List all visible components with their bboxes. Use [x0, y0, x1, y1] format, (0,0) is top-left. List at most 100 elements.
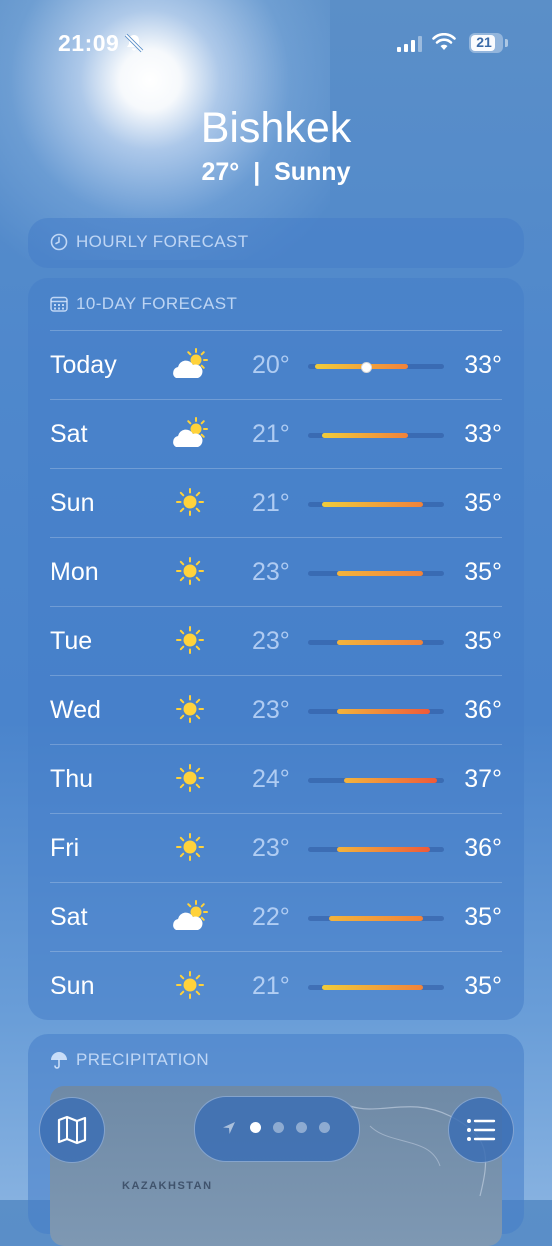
- forecast-low: 23°: [252, 627, 290, 655]
- cellular-signal-icon: [397, 36, 422, 52]
- forecast-row[interactable]: Sun 21° 35°: [50, 951, 502, 1021]
- forecast-row[interactable]: Sat 21° 33°: [50, 399, 502, 469]
- forecast-high: 33°: [464, 420, 502, 448]
- status-bar: 21:09 21: [0, 0, 552, 90]
- partly-sunny-icon: [173, 417, 208, 447]
- partly-sunny-icon: [173, 348, 208, 378]
- city-name: Bishkek: [200, 104, 352, 152]
- forecast-row[interactable]: Mon 23° 35°: [50, 537, 502, 607]
- forecast-high: 35°: [464, 972, 502, 1000]
- forecast-row[interactable]: Wed 23° 36°: [50, 675, 502, 745]
- forecast-high: 35°: [464, 489, 502, 517]
- page-indicator[interactable]: [194, 1096, 360, 1162]
- forecast-row[interactable]: Tue 23° 35°: [50, 606, 502, 676]
- ten-day-forecast-title: 10-DAY FORECAST: [76, 294, 238, 313]
- clock: 21:09: [58, 30, 120, 56]
- map-icon: [57, 1115, 87, 1145]
- forecast-day: Fri: [50, 834, 80, 862]
- clock-icon: [50, 233, 68, 251]
- forecast-high: 37°: [464, 765, 502, 793]
- forecast-day: Sat: [50, 903, 88, 931]
- sun-icon: [176, 764, 204, 792]
- forecast-low: 20°: [252, 351, 290, 379]
- forecast-day: Sun: [50, 972, 95, 1000]
- sun-icon: [176, 971, 204, 999]
- temperature-range-bar: [308, 362, 444, 373]
- sun-icon: [176, 488, 204, 516]
- temperature-range-fill: [336, 709, 430, 714]
- sun-icon: [176, 626, 204, 654]
- forecast-high: 35°: [464, 558, 502, 586]
- forecast-day: Thu: [50, 765, 94, 793]
- forecast-low: 24°: [252, 765, 290, 793]
- forecast-high: 35°: [464, 903, 502, 931]
- temperature-range-fill: [336, 847, 430, 852]
- temperature-range-bar: [308, 709, 444, 714]
- temperature-range-fill: [343, 778, 437, 783]
- forecast-day: Tue: [50, 627, 93, 655]
- forecast-low: 23°: [252, 834, 290, 862]
- temperature-range-fill: [322, 433, 409, 438]
- forecast-low: 22°: [252, 903, 290, 931]
- forecast-low: 23°: [252, 558, 290, 586]
- forecast-low: 21°: [252, 420, 290, 448]
- battery-cap: [505, 39, 508, 47]
- forecast-day: Wed: [50, 696, 101, 724]
- temperature-range-fill: [329, 916, 423, 921]
- current-temperature-marker: [360, 362, 372, 373]
- hourly-forecast-header: HOURLY FORECAST: [50, 232, 249, 252]
- forecast-row[interactable]: Sun 21° 35°: [50, 468, 502, 538]
- forecast-day: Today: [50, 351, 117, 379]
- temperature-range-fill: [322, 985, 423, 990]
- battery-icon: 21: [469, 33, 503, 53]
- page-dot-1[interactable]: [250, 1122, 261, 1133]
- temperature-range-bar: [308, 778, 444, 783]
- wifi-icon: [432, 33, 456, 50]
- hourly-forecast-title: HOURLY FORECAST: [76, 232, 249, 251]
- forecast-row[interactable]: Fri 23° 36°: [50, 813, 502, 883]
- forecast-row[interactable]: Thu 24° 37°: [50, 744, 502, 814]
- forecast-row[interactable]: Sat 22° 35°: [50, 882, 502, 952]
- sun-icon: [176, 557, 204, 585]
- page-dot-3[interactable]: [296, 1122, 307, 1133]
- hourly-forecast-card[interactable]: HOURLY FORECAST: [28, 218, 524, 268]
- forecast-high: 36°: [464, 834, 502, 862]
- temperature-range-bar: [308, 640, 444, 645]
- forecast-day: Sun: [50, 489, 95, 517]
- temperature-range-bar: [308, 916, 444, 921]
- sun-icon: [176, 695, 204, 723]
- sun-icon: [176, 833, 204, 861]
- page-dot-2[interactable]: [273, 1122, 284, 1133]
- temperature-range-fill: [336, 571, 423, 576]
- forecast-low: 23°: [252, 696, 290, 724]
- forecast-day: Mon: [50, 558, 99, 586]
- temperature-range-fill: [322, 502, 423, 507]
- precipitation-header: PRECIPITATION: [50, 1050, 209, 1070]
- temperature-range-bar: [308, 433, 444, 438]
- forecast-row[interactable]: Today 20° 33°: [50, 330, 502, 400]
- forecast-high: 33°: [464, 351, 502, 379]
- forecast-day: Sat: [50, 420, 88, 448]
- temperature-range-bar: [308, 502, 444, 507]
- battery-level: 21: [476, 34, 492, 50]
- page-dot-4[interactable]: [319, 1122, 330, 1133]
- ten-day-forecast-header: 10-DAY FORECAST: [50, 294, 237, 314]
- locations-list-button[interactable]: [448, 1097, 514, 1163]
- current-conditions: 27° | Sunny: [201, 158, 351, 186]
- temperature-range-fill: [336, 640, 423, 645]
- ten-day-forecast-card[interactable]: 10-DAY FORECAST Today 20° 33° Sat 21° 33° Sun 2…: [28, 278, 524, 1020]
- temperature-range-bar: [308, 571, 444, 576]
- location-arrow-icon: [223, 1122, 235, 1134]
- partly-sunny-icon: [173, 900, 208, 930]
- temperature-range-bar: [308, 847, 444, 852]
- forecast-low: 21°: [252, 489, 290, 517]
- temperature-range-bar: [308, 985, 444, 990]
- map-region-label: KAZAKHSTAN: [122, 1180, 213, 1192]
- forecast-low: 21°: [252, 972, 290, 1000]
- forecast-high: 35°: [464, 627, 502, 655]
- precipitation-title: PRECIPITATION: [76, 1050, 210, 1069]
- map-button[interactable]: [39, 1097, 105, 1163]
- umbrella-icon: [51, 1052, 67, 1069]
- calendar-icon: [50, 296, 68, 312]
- list-icon: [467, 1119, 496, 1141]
